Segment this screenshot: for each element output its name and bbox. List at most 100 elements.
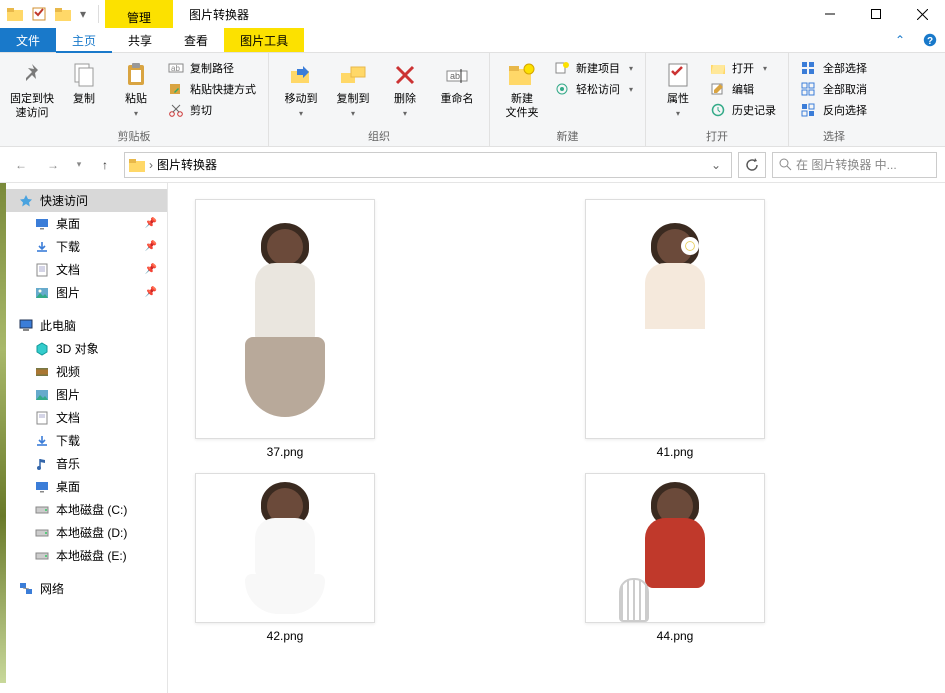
qat-properties-icon[interactable] (28, 3, 50, 25)
label: 粘贴快捷方式 (190, 81, 256, 97)
sidebar-item-pictures2[interactable]: 图片 (0, 383, 167, 406)
sidebar-item-drive-c[interactable]: 本地磁盘 (C:) (0, 498, 167, 521)
file-item[interactable]: 41.png (570, 199, 780, 459)
sidebar-item-documents[interactable]: 文档📌 (0, 258, 167, 281)
easy-access-button[interactable]: 轻松访问▾ (548, 80, 639, 98)
label: 图片 (56, 284, 80, 301)
copy-button[interactable]: 复制 (58, 55, 110, 107)
label: 复制到 (337, 93, 370, 107)
sidebar-item-network[interactable]: 网络 (0, 577, 167, 600)
label: 此电脑 (40, 317, 76, 334)
pin-icon (16, 59, 48, 91)
sidebar-item-videos[interactable]: 视频 (0, 360, 167, 383)
maximize-button[interactable] (853, 0, 899, 28)
music-icon (34, 456, 50, 472)
video-icon (34, 364, 50, 380)
copy-path-button[interactable]: ab复制路径 (162, 59, 262, 77)
label: 新建项目 (576, 60, 620, 76)
pin-icon: 📌 (145, 241, 157, 252)
help-icon[interactable]: ? (915, 28, 945, 52)
select-none-icon (801, 81, 817, 97)
select-all-button[interactable]: 全部选择 (795, 59, 873, 77)
sidebar-item-desktop2[interactable]: 桌面 (0, 475, 167, 498)
back-button[interactable]: ← (8, 152, 34, 178)
qat-dropdown-icon[interactable]: ▾ (76, 3, 90, 25)
up-button[interactable]: ↑ (92, 152, 118, 178)
file-name: 41.png (657, 445, 694, 459)
sidebar-item-pictures[interactable]: 图片 📌 (0, 281, 167, 304)
tab-view[interactable]: 查看 (168, 28, 224, 52)
tab-file[interactable]: 文件 (0, 28, 56, 52)
star-icon (18, 193, 34, 209)
invert-selection-button[interactable]: 反向选择 (795, 101, 873, 119)
contextual-tab-header: 管理 (105, 0, 173, 28)
ribbon-collapse-icon[interactable]: ⌃ (885, 28, 915, 52)
rename-icon: ab (441, 59, 473, 91)
group-open: 属性▾ 打开▾ 编辑 历史记录 打开 (646, 53, 789, 146)
sidebar-item-drive-d[interactable]: 本地磁盘 (D:) (0, 521, 167, 544)
sidebar-item-drive-e[interactable]: 本地磁盘 (E:) (0, 544, 167, 567)
search-placeholder: 在 图片转换器 中... (796, 156, 897, 173)
copy-to-button[interactable]: 复制到▾ (327, 55, 379, 119)
forward-button[interactable]: → (40, 152, 66, 178)
cut-button[interactable]: 剪切 (162, 101, 262, 119)
delete-button[interactable]: 删除▾ (379, 55, 431, 119)
desktop-icon (34, 479, 50, 495)
sidebar-item-this-pc[interactable]: 此电脑 (0, 314, 167, 337)
network-icon (18, 581, 34, 597)
file-item[interactable]: 37.png (180, 199, 390, 459)
sidebar-item-documents2[interactable]: 文档 (0, 406, 167, 429)
label: 反向选择 (823, 102, 867, 118)
file-item[interactable]: 42.png (180, 473, 390, 643)
refresh-button[interactable] (738, 152, 766, 178)
label: 本地磁盘 (C:) (56, 501, 127, 518)
window-title: 图片转换器 (173, 0, 807, 28)
edit-button[interactable]: 编辑 (704, 80, 782, 98)
folder-icon (52, 3, 74, 25)
select-all-icon (801, 60, 817, 76)
label: 快速访问 (40, 192, 88, 209)
paste-button[interactable]: 粘贴 ▾ (110, 55, 162, 119)
search-input[interactable]: 在 图片转换器 中... (772, 152, 937, 178)
tab-picture-tools[interactable]: 图片工具 (224, 28, 304, 52)
sidebar-item-desktop[interactable]: 桌面📌 (0, 212, 167, 235)
sidebar-item-music[interactable]: 音乐 (0, 452, 167, 475)
file-list[interactable]: 37.png 41.png 42.png 44.png (168, 183, 945, 693)
tab-share[interactable]: 共享 (112, 28, 168, 52)
search-icon (779, 158, 792, 171)
label: 桌面 (56, 215, 80, 232)
open-button[interactable]: 打开▾ (704, 59, 782, 77)
recent-locations-button[interactable]: ▾ (72, 152, 86, 178)
file-item[interactable]: 44.png (570, 473, 780, 643)
sidebar-item-3d-objects[interactable]: 3D 对象 (0, 337, 167, 360)
download-icon (34, 433, 50, 449)
pin-quick-access-button[interactable]: 固定到快 速访问 (6, 55, 58, 121)
label: 下载 (56, 432, 80, 449)
paste-shortcut-button[interactable]: 粘贴快捷方式 (162, 80, 262, 98)
paste-icon (120, 59, 152, 91)
group-label: 选择 (795, 128, 873, 146)
minimize-button[interactable] (807, 0, 853, 28)
breadcrumb-separator[interactable]: › (149, 158, 153, 172)
pin-icon: 📌 (145, 287, 157, 298)
select-none-button[interactable]: 全部取消 (795, 80, 873, 98)
sidebar-item-downloads[interactable]: 下载📌 (0, 235, 167, 258)
drive-icon (34, 525, 50, 541)
address-dropdown-icon[interactable]: ⌄ (705, 158, 727, 172)
history-button[interactable]: 历史记录 (704, 101, 782, 119)
group-label: 组织 (275, 128, 483, 146)
new-item-button[interactable]: 新建项目▾ (548, 59, 639, 77)
tab-home[interactable]: 主页 (56, 28, 112, 52)
new-folder-button[interactable]: 新建 文件夹 (496, 55, 548, 121)
sidebar-item-quick-access[interactable]: 快速访问 (0, 189, 167, 212)
properties-button[interactable]: 属性▾ (652, 55, 704, 119)
move-to-button[interactable]: 移动到▾ (275, 55, 327, 119)
rename-button[interactable]: ab 重命名 (431, 55, 483, 107)
address-bar[interactable]: › 图片转换器 ⌄ (124, 152, 732, 178)
label: 历史记录 (732, 102, 776, 118)
sidebar-item-downloads2[interactable]: 下载 (0, 429, 167, 452)
close-button[interactable] (899, 0, 945, 28)
breadcrumb-folder[interactable]: 图片转换器 (157, 156, 217, 173)
new-item-icon (554, 60, 570, 76)
scissors-icon (168, 102, 184, 118)
